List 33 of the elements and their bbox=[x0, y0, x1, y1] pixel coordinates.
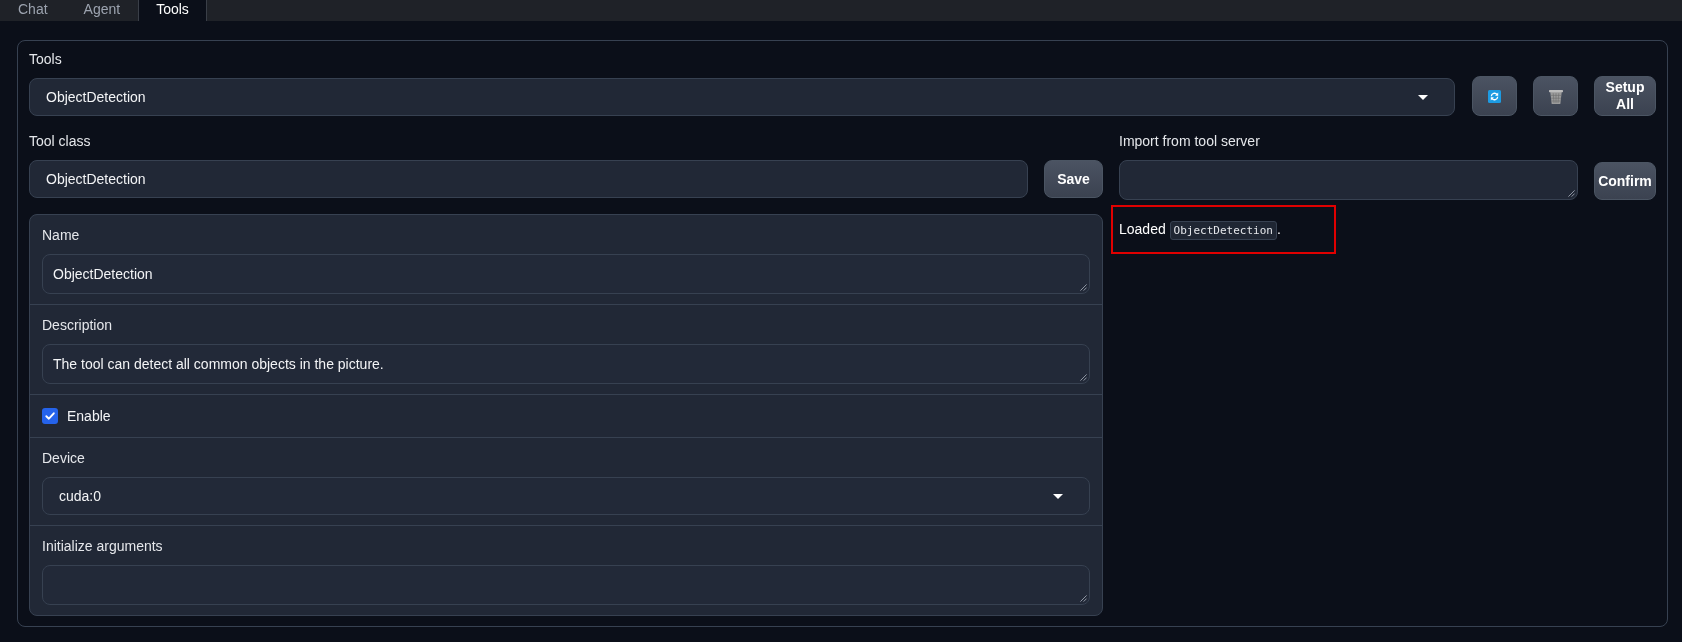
field-label: Device bbox=[42, 449, 85, 468]
text-area-field[interactable]: The tool can detect all common objects in the picture. bbox=[42, 344, 1090, 384]
delete-button[interactable] bbox=[1533, 76, 1578, 116]
field-label: Tool class bbox=[29, 132, 91, 151]
field-label: Initialize arguments bbox=[42, 537, 163, 556]
trash-icon bbox=[1548, 88, 1563, 104]
setup-button[interactable]: Setup All bbox=[1594, 76, 1656, 116]
tab[interactable]: Agent bbox=[65, 0, 139, 21]
tool-dropdown[interactable]: ObjectDetection bbox=[29, 78, 1455, 116]
caret-icon bbox=[1053, 493, 1063, 499]
field-label: Tools bbox=[29, 50, 62, 69]
field-label: Name bbox=[42, 226, 80, 245]
resize-grip-icon[interactable] bbox=[1080, 284, 1087, 291]
confirm-button[interactable]: Confirm bbox=[1594, 162, 1656, 200]
field-label: Import from tool server bbox=[1119, 132, 1260, 151]
resize-grip-icon[interactable] bbox=[1080, 595, 1087, 602]
text-area-field[interactable] bbox=[42, 565, 1090, 605]
resize-grip-icon[interactable] bbox=[1568, 190, 1575, 197]
status-message: Loaded ObjectDetection . bbox=[1119, 219, 1281, 240]
tab[interactable]: Chat bbox=[0, 0, 66, 21]
import-field[interactable] bbox=[1119, 160, 1578, 200]
resize-grip-icon[interactable] bbox=[1080, 374, 1087, 381]
dropdown-field[interactable]: cuda:0 bbox=[42, 477, 1090, 515]
refresh-button[interactable] bbox=[1472, 76, 1517, 116]
tab[interactable]: Tools bbox=[138, 0, 207, 21]
text-field[interactable]: ObjectDetection bbox=[29, 160, 1028, 198]
checkbox-label[interactable]: Enable bbox=[67, 407, 111, 425]
caret-icon bbox=[1418, 94, 1428, 100]
refresh-icon bbox=[1488, 89, 1501, 103]
field-label: Description bbox=[42, 316, 113, 335]
save-button[interactable]: Save bbox=[1044, 160, 1103, 198]
text-area-field[interactable]: ObjectDetection bbox=[42, 254, 1090, 294]
checkbox[interactable] bbox=[42, 408, 58, 424]
